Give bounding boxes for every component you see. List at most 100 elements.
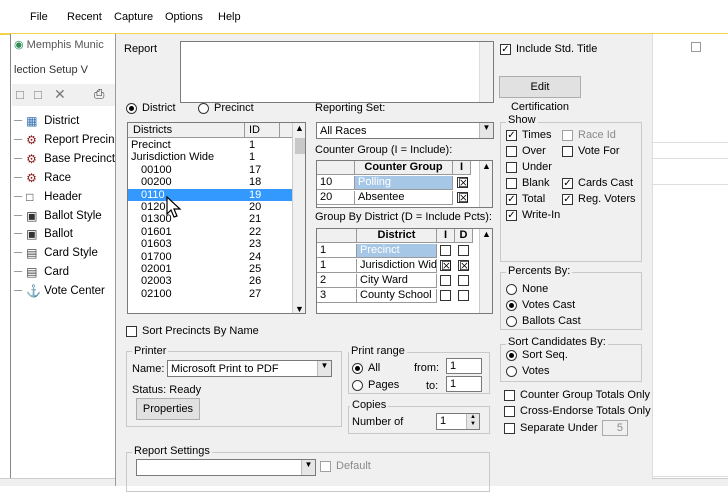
chevron-down-icon[interactable]: ▼ [301, 460, 315, 475]
precinct-radio[interactable] [198, 103, 209, 114]
group-district-id[interactable]: 2 [317, 274, 357, 288]
reporting-set-select[interactable]: All Races ▼ [316, 122, 494, 139]
district-row[interactable]: 02100 27 [128, 288, 293, 300]
show-option-checkbox[interactable]: ✓ [506, 130, 517, 141]
tree-item[interactable]: ─ □ Header [14, 189, 82, 205]
district-row[interactable]: 00100 17 [128, 164, 293, 176]
background-window-menu[interactable]: lection Setup V [14, 64, 88, 76]
show-option-checkbox[interactable] [562, 146, 573, 157]
counter-group-name[interactable]: Polling [355, 176, 453, 190]
tree-item[interactable]: ─ ▤ Card Style [14, 245, 98, 261]
group-district-id[interactable]: 3 [317, 289, 357, 303]
district-row[interactable]: Jurisdiction Wide 1 [128, 151, 293, 163]
group-district-id[interactable]: 1 [317, 244, 357, 258]
district-row[interactable]: 02003 26 [128, 275, 293, 287]
counter-group-id[interactable]: 10 [317, 176, 355, 190]
chevron-down-icon[interactable]: ▼ [479, 123, 493, 138]
show-option-checkbox[interactable] [506, 178, 517, 189]
edit-certification-button[interactable]: Edit Certification [499, 76, 581, 113]
default-checkbox[interactable] [320, 461, 331, 472]
group-district-name[interactable]: County School [357, 289, 437, 303]
group-district-name[interactable]: Jurisdiction Wid [357, 259, 437, 273]
toolbar-icon[interactable]: □ [16, 87, 24, 102]
scroll-up-icon[interactable]: ▲ [482, 229, 491, 239]
sort-precincts-checkbox[interactable] [126, 326, 137, 337]
id-column-header[interactable]: ID [249, 124, 260, 136]
stepper-arrows-icon[interactable]: ▲ ▼ [466, 414, 479, 429]
districts-list[interactable]: Districts ID Precinct 1 Jurisdiction Wide 1… [127, 122, 306, 314]
district-row[interactable]: 01603 23 [128, 238, 293, 250]
show-option-checkbox[interactable]: ✓ [562, 178, 573, 189]
print-pages-radio[interactable] [352, 380, 363, 391]
percents-by-radio[interactable] [506, 316, 517, 327]
separate-under-input[interactable]: 5 [602, 420, 628, 436]
include-checkbox[interactable]: ☒ [440, 260, 452, 272]
districts-column-header[interactable]: Districts [133, 124, 172, 136]
district-row[interactable]: 02001 25 [128, 263, 293, 275]
district-radio[interactable] [126, 103, 137, 114]
counter-group-totals-only-checkbox[interactable] [504, 390, 515, 401]
show-option-checkbox[interactable] [506, 162, 517, 173]
percents-by-radio[interactable] [506, 300, 517, 311]
counter-group-name[interactable]: Absentee [355, 191, 453, 205]
tree-item[interactable]: ─ ⚓ Vote Center [14, 283, 105, 299]
include-checkbox[interactable]: ☒ [457, 177, 469, 189]
tree-item[interactable]: ─ ▤ Card [14, 264, 69, 280]
district-row[interactable]: 01601 22 [128, 226, 293, 238]
include-pcts-checkbox[interactable] [458, 275, 469, 286]
report-settings-select[interactable]: ▼ [136, 459, 316, 476]
print-icon[interactable]: ⎙ [94, 86, 104, 102]
group-district-name[interactable]: City Ward [357, 274, 437, 288]
scroll-up-icon[interactable]: ▲ [482, 161, 491, 171]
menu-file[interactable]: File [30, 11, 48, 23]
district-row[interactable]: Precinct 1 [128, 139, 293, 151]
counter-group-id[interactable]: 20 [317, 191, 355, 205]
include-pcts-checkbox[interactable] [458, 290, 469, 301]
menu-options[interactable]: Options [165, 11, 203, 23]
show-option-checkbox[interactable]: ✓ [506, 210, 517, 221]
district-row[interactable]: 01300 21 [128, 213, 293, 225]
counter-group-grid[interactable]: Counter Group I 10 Polling ☒ 20 Absentee ☒ ▲ [316, 160, 493, 208]
tree-item[interactable]: ─ ⚙ Base Precinct [14, 151, 115, 167]
show-option-checkbox[interactable]: ✓ [562, 194, 573, 205]
include-pcts-checkbox[interactable] [458, 245, 469, 256]
copies-stepper[interactable]: 1 ▲ ▼ [436, 413, 480, 430]
tree-item[interactable]: ─ ⚙ Race [14, 170, 71, 186]
districts-scrollbar[interactable]: ▲ ▼ [292, 123, 305, 313]
counter-group-scrollbar[interactable]: ▲ [479, 161, 492, 207]
scroll-down-icon[interactable]: ▼ [295, 304, 304, 313]
percents-by-radio[interactable] [506, 284, 517, 295]
to-input[interactable]: 1 [446, 376, 482, 392]
menu-capture[interactable]: Capture [114, 11, 153, 23]
include-pcts-checkbox[interactable]: ☒ [458, 260, 470, 272]
district-row[interactable]: 01700 24 [128, 251, 293, 263]
group-by-district-grid[interactable]: District I D 1 Precinct 1 Jurisdiction Wid ☒… [316, 228, 493, 314]
new-document-icon[interactable]: □ [34, 87, 42, 102]
report-textarea[interactable] [180, 41, 494, 103]
cross-endorse-totals-only-checkbox[interactable] [504, 406, 515, 417]
include-checkbox[interactable] [440, 245, 451, 256]
group-by-district-scrollbar[interactable]: ▲ [479, 229, 492, 313]
show-option-checkbox[interactable] [506, 146, 517, 157]
print-all-radio[interactable] [352, 363, 363, 374]
show-option-checkbox[interactable]: ✓ [506, 194, 517, 205]
district-row[interactable]: 00200 18 [128, 176, 293, 188]
district-row[interactable]: 0120 20 [128, 201, 293, 213]
printer-name-select[interactable]: Microsoft Print to PDF ▼ [167, 360, 332, 377]
maximize-icon[interactable] [691, 42, 701, 52]
tree-item[interactable]: ─ ⚙ Report Precin [14, 132, 114, 148]
sort-candidates-radio[interactable] [506, 350, 517, 361]
menu-recent[interactable]: Recent [67, 11, 102, 23]
district-row[interactable]: 0110 19 [128, 188, 293, 201]
include-checkbox[interactable] [440, 275, 451, 286]
include-checkbox[interactable] [440, 290, 451, 301]
include-std-title-checkbox[interactable]: ✓ [500, 44, 511, 55]
group-district-id[interactable]: 1 [317, 259, 357, 273]
separate-under-checkbox[interactable] [504, 423, 515, 434]
tree-item[interactable]: ─ ▣ Ballot [14, 226, 73, 242]
properties-button[interactable]: Properties [136, 398, 200, 420]
group-district-name[interactable]: Precinct [357, 244, 437, 258]
close-icon[interactable]: ✕ [54, 86, 66, 103]
sort-candidates-radio[interactable] [506, 366, 517, 377]
show-option-checkbox[interactable] [562, 130, 573, 141]
